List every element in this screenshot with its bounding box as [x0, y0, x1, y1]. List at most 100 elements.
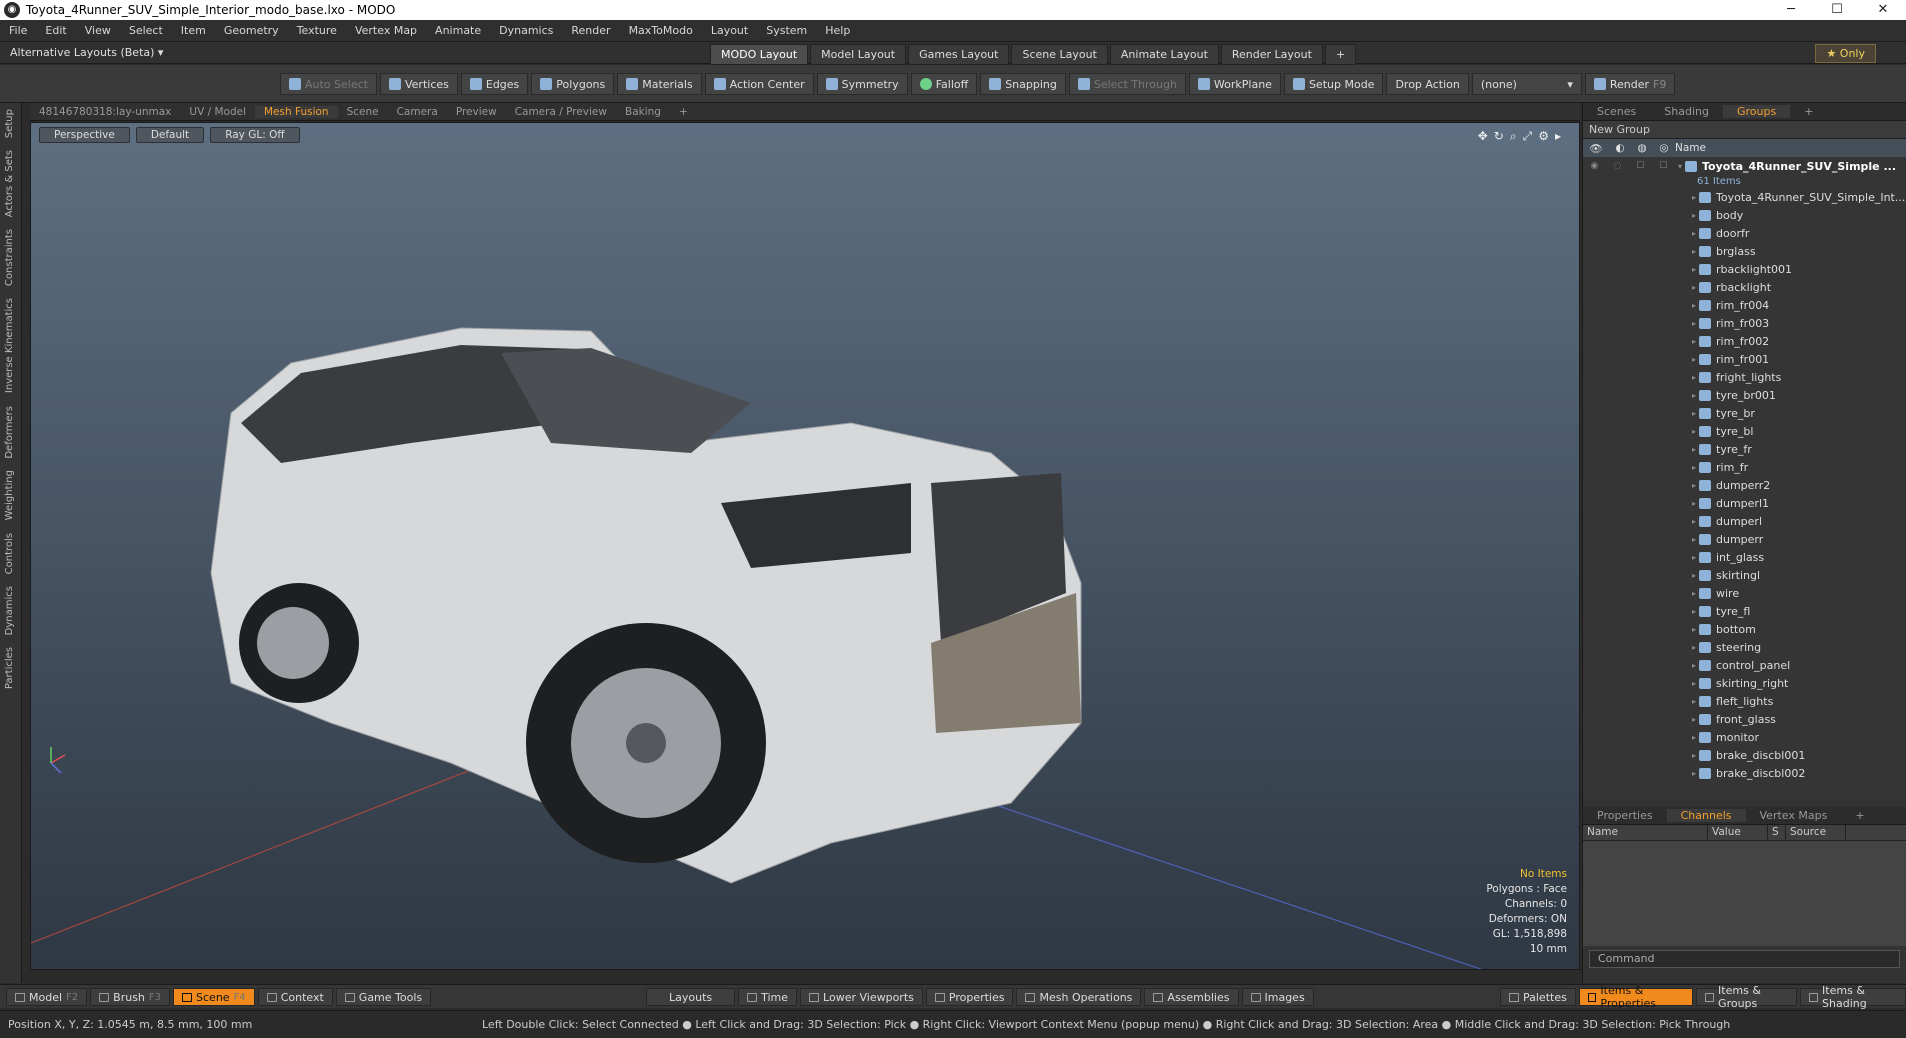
time-button[interactable]: Time [738, 988, 798, 1006]
expand-icon[interactable]: ▸ [1689, 409, 1699, 418]
tree-root-group[interactable]: ◉ ◌ ☐ ☐ ▾ Toyota_4Runner_SUV_Simple ... [1583, 157, 1906, 175]
expand-icon[interactable]: ▸ [1689, 715, 1699, 724]
snapping-button[interactable]: Snapping [980, 73, 1066, 95]
expand-icon[interactable]: ▸ [1689, 679, 1699, 688]
raygl-toggle[interactable]: Ray GL: Off [210, 127, 300, 143]
tab-scene-layout[interactable]: Scene Layout [1011, 44, 1108, 65]
lock-icon[interactable]: ◍ [1637, 142, 1646, 155]
lower-viewports-button[interactable]: Lower Viewports [800, 988, 923, 1006]
select-through-button[interactable]: Select Through [1068, 73, 1186, 95]
menu-vertex-map[interactable]: Vertex Map [346, 24, 426, 37]
tree-item[interactable]: ▸ fright_lights [1583, 368, 1906, 386]
menu-view[interactable]: View [76, 24, 120, 37]
tab-camera[interactable]: Camera [388, 106, 447, 118]
expand-icon[interactable]: ▸ [1689, 625, 1699, 634]
close-button[interactable]: ✕ [1860, 0, 1906, 20]
render-toggle-icon[interactable]: ◐ [1616, 142, 1625, 155]
tree-item[interactable]: ▸ brake_discbl002 [1583, 764, 1906, 782]
falloff-button[interactable]: Falloff [910, 73, 978, 95]
tree-item[interactable]: ▸ rim_fr001 [1583, 350, 1906, 368]
add-tab-button[interactable]: + [670, 106, 697, 118]
eye-icon[interactable]: 👁 [1589, 142, 1602, 155]
expand-icon[interactable]: ▸ [1689, 589, 1699, 598]
expand-icon[interactable]: ▸ [1689, 337, 1699, 346]
arrow-right-icon[interactable]: ▸ [1555, 129, 1561, 144]
side-tab-actors-sets[interactable]: Actors & Sets [0, 144, 19, 223]
tree-item[interactable]: ▸ brake_discbl001 [1583, 746, 1906, 764]
expand-icon[interactable]: ▸ [1689, 697, 1699, 706]
maximize-button[interactable]: ☐ [1814, 0, 1860, 20]
tab-lay-unmax[interactable]: 48146780318:lay-unmax [30, 106, 180, 118]
menu-animate[interactable]: Animate [426, 24, 490, 37]
menu-file[interactable]: File [0, 24, 36, 37]
tree-item[interactable]: ▸ fleft_lights [1583, 692, 1906, 710]
rotate-icon[interactable]: ↻ [1494, 129, 1504, 144]
pan-icon[interactable]: ✥ [1478, 129, 1488, 144]
menu-render[interactable]: Render [562, 24, 619, 37]
expand-icon[interactable]: ▸ [1689, 517, 1699, 526]
add-layout-button[interactable]: + [1324, 44, 1357, 65]
auto-select-button[interactable]: Auto Select [280, 73, 377, 95]
tree-item[interactable]: ▸ Toyota_4Runner_SUV_Simple_Int... [1583, 188, 1906, 206]
tree-item[interactable]: ▸ rim_fr [1583, 458, 1906, 476]
maximize-icon[interactable]: ⤢ [1523, 129, 1533, 144]
expand-icon[interactable]: ▸ [1689, 445, 1699, 454]
tab-scenes[interactable]: Scenes [1583, 105, 1650, 118]
side-tab-constraints[interactable]: Constraints [0, 223, 19, 292]
menu-geometry[interactable]: Geometry [215, 24, 288, 37]
expand-icon[interactable]: ▸ [1689, 571, 1699, 580]
tree-item[interactable]: ▸ skirting_right [1583, 674, 1906, 692]
context-button[interactable]: Context [257, 988, 333, 1006]
menu-help[interactable]: Help [816, 24, 859, 37]
tree-item[interactable]: ▸ tyre_fr [1583, 440, 1906, 458]
minimize-button[interactable]: ─ [1768, 0, 1814, 20]
tab-model-layout[interactable]: Model Layout [810, 44, 907, 65]
tab-preview[interactable]: Preview [447, 106, 506, 118]
alternative-layouts-dropdown[interactable]: Alternative Layouts (Beta) ▾ [10, 46, 163, 59]
vertices-button[interactable]: Vertices [379, 73, 458, 95]
tree-item[interactable]: ▸ control_panel [1583, 656, 1906, 674]
expand-icon[interactable]: ▸ [1689, 481, 1699, 490]
tree-item[interactable]: ▸ tyre_fl [1583, 602, 1906, 620]
tree-item[interactable]: ▸ tyre_br [1583, 404, 1906, 422]
brush-button[interactable]: Brush F3 [90, 988, 171, 1006]
menu-system[interactable]: System [757, 24, 816, 37]
tree-item[interactable]: ▸ monitor [1583, 728, 1906, 746]
assemblies-button[interactable]: Assemblies [1144, 988, 1239, 1006]
menu-layout[interactable]: Layout [702, 24, 757, 37]
tree-item[interactable]: ▸ rim_fr003 [1583, 314, 1906, 332]
tab-groups[interactable]: Groups [1722, 105, 1791, 118]
expand-icon[interactable]: ▸ [1689, 499, 1699, 508]
properties-button[interactable]: Properties [925, 988, 1014, 1006]
workplane-button[interactable]: WorkPlane [1188, 73, 1281, 95]
render-button[interactable]: Render F9 [1584, 73, 1676, 95]
palettes-button[interactable]: Palettes [1500, 988, 1576, 1006]
edges-button[interactable]: Edges [460, 73, 529, 95]
tree-item[interactable]: ▸ skirtingl [1583, 566, 1906, 584]
expand-icon[interactable]: ▸ [1689, 661, 1699, 670]
perspective-dropdown[interactable]: Perspective [39, 127, 130, 143]
tree-item[interactable]: ▸ rbacklight001 [1583, 260, 1906, 278]
visibility-icon[interactable]: ◉ [1591, 161, 1599, 171]
game-tools-button[interactable]: Game Tools [335, 988, 432, 1006]
tree-item[interactable]: ▸ rbacklight [1583, 278, 1906, 296]
expand-icon[interactable]: ▸ [1689, 733, 1699, 742]
tree-item[interactable]: ▸ wire [1583, 584, 1906, 602]
command-input[interactable]: Command [1589, 950, 1900, 968]
tab-baking[interactable]: Baking [616, 106, 670, 118]
side-tab-inverse-kinematics[interactable]: Inverse Kinematics [0, 292, 19, 399]
layouts-button[interactable]: Layouts [646, 988, 736, 1006]
tree-item[interactable]: ▸ dumperr [1583, 530, 1906, 548]
symmetry-button[interactable]: Symmetry [816, 73, 908, 95]
tab-scene[interactable]: Scene [338, 106, 388, 118]
tab-animate-layout[interactable]: Animate Layout [1109, 44, 1219, 65]
menu-select[interactable]: Select [120, 24, 172, 37]
expand-icon[interactable]: ▸ [1689, 769, 1699, 778]
tree-item[interactable]: ▸ dumperl [1583, 512, 1906, 530]
menu-texture[interactable]: Texture [288, 24, 346, 37]
add-properties-tab-button[interactable]: + [1841, 809, 1878, 822]
add-panel-tab-button[interactable]: + [1790, 105, 1827, 118]
expand-icon[interactable]: ▸ [1689, 247, 1699, 256]
items-shading-button[interactable]: Items & Shading [1800, 984, 1906, 1010]
setup-mode-button[interactable]: Setup Mode [1283, 73, 1384, 95]
